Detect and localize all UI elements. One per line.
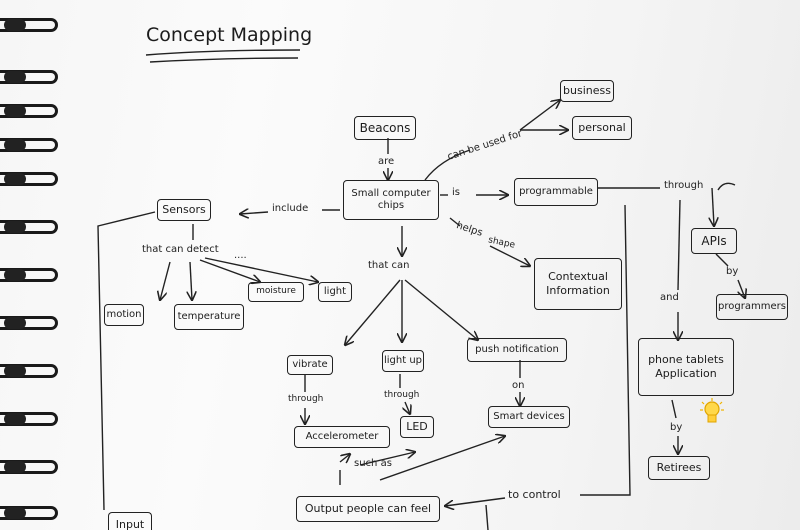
label-ellipsis: .... bbox=[234, 250, 247, 261]
node-phone-tablets-application: phone tablets Application bbox=[638, 338, 734, 396]
node-programmable: programmable bbox=[514, 178, 598, 206]
lightbulb-icon bbox=[700, 398, 724, 423]
label-by-retirees: by bbox=[670, 422, 683, 433]
label-through-accelerometer: through bbox=[288, 394, 324, 404]
node-led: LED bbox=[400, 416, 434, 438]
label-by-programmers: by bbox=[726, 266, 739, 277]
node-sensors: Sensors bbox=[157, 199, 211, 221]
node-motion: motion bbox=[104, 304, 144, 326]
label-on: on bbox=[512, 380, 525, 391]
node-beacons: Beacons bbox=[354, 116, 416, 140]
node-business: business bbox=[560, 80, 614, 102]
node-contextual-information: Contextual Information bbox=[534, 258, 622, 310]
node-accelerometer: Accelerometer bbox=[294, 426, 390, 448]
label-and: and bbox=[660, 292, 679, 303]
label-include: include bbox=[272, 203, 309, 214]
page-title: Concept Mapping bbox=[146, 24, 313, 46]
node-light: light bbox=[318, 282, 352, 302]
label-that-can-detect: that can detect bbox=[142, 244, 219, 255]
node-temperature: temperature bbox=[174, 304, 244, 330]
node-push-notification: push notification bbox=[467, 338, 567, 362]
label-such-as: such as bbox=[354, 458, 392, 469]
node-personal: personal bbox=[572, 116, 632, 140]
node-vibrate: vibrate bbox=[287, 355, 333, 375]
label-are: are bbox=[378, 156, 395, 167]
node-moisture: moisture bbox=[248, 282, 304, 302]
node-retirees: Retirees bbox=[648, 456, 710, 480]
label-through-led: through bbox=[384, 390, 420, 400]
node-programmers: programmers bbox=[716, 294, 788, 320]
node-apis: APIs bbox=[691, 228, 737, 254]
label-through-apis: through bbox=[664, 180, 704, 191]
node-light-up: light up bbox=[382, 350, 424, 372]
label-is: is bbox=[452, 187, 460, 198]
node-small-computer-chips: Small computer chips bbox=[343, 180, 439, 220]
label-to-control: to control bbox=[508, 488, 561, 501]
node-smart-devices: Smart devices bbox=[488, 406, 570, 428]
node-output-people-can-feel: Output people can feel bbox=[296, 496, 440, 522]
label-that-can: that can bbox=[368, 260, 410, 271]
node-input: Input bbox=[108, 512, 152, 530]
notebook-page: Concept Mapping Beacons Small computer c… bbox=[0, 0, 800, 530]
